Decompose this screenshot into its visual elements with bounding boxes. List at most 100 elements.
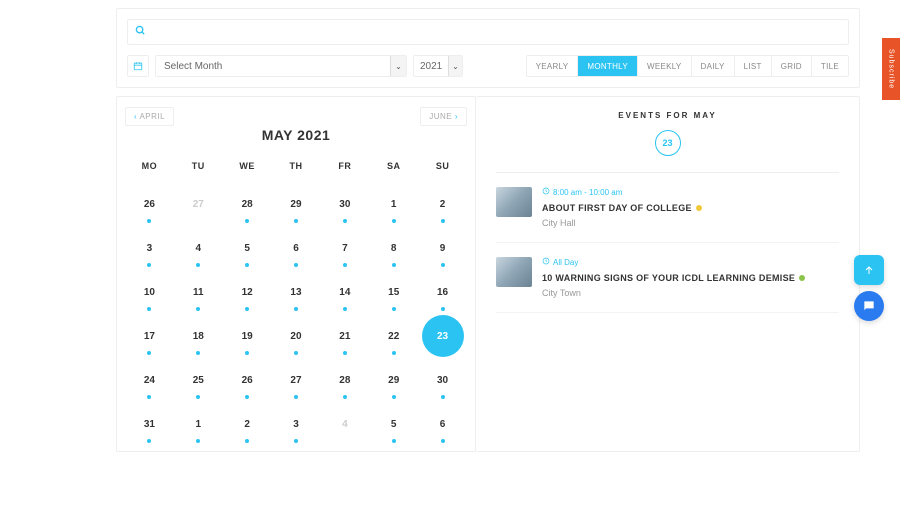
year-select[interactable]: 2021 ⌄ xyxy=(413,55,463,77)
day-number: 18 xyxy=(193,331,204,342)
day-number: 25 xyxy=(193,375,204,386)
search-input[interactable] xyxy=(152,20,848,44)
calendar-day[interactable]: 21 xyxy=(320,325,369,347)
subscribe-tab[interactable]: Subscribe xyxy=(882,38,900,100)
calendar-day[interactable]: 26 xyxy=(125,193,174,215)
event-dot xyxy=(196,351,200,355)
day-number: 20 xyxy=(290,331,301,342)
event-dot xyxy=(245,307,249,311)
event-dot xyxy=(245,219,249,223)
prev-month-label: APRIL xyxy=(139,112,165,121)
calendar-day[interactable]: 13 xyxy=(272,281,321,303)
calendar-day[interactable]: 14 xyxy=(320,281,369,303)
day-of-week: WE xyxy=(223,161,272,171)
calendar-day[interactable]: 20 xyxy=(272,325,321,347)
calendar-day[interactable]: 9 xyxy=(418,237,467,259)
calendar-day[interactable]: 30 xyxy=(320,193,369,215)
event-dot xyxy=(392,439,396,443)
day-number: 16 xyxy=(437,287,448,298)
day-number: 6 xyxy=(293,243,299,254)
tab-list[interactable]: List xyxy=(735,56,772,76)
prev-month-button[interactable]: ‹ APRIL xyxy=(125,107,174,126)
scroll-top-button[interactable] xyxy=(854,255,884,285)
tab-daily[interactable]: Daily xyxy=(692,56,735,76)
event-dot xyxy=(441,219,445,223)
event-dot xyxy=(343,351,347,355)
calendar-day[interactable]: 29 xyxy=(272,193,321,215)
calendar-day[interactable]: 10 xyxy=(125,281,174,303)
calendar-day[interactable]: 3 xyxy=(125,237,174,259)
day-number: 1 xyxy=(391,199,397,210)
day-number: 11 xyxy=(193,287,204,298)
tab-yearly[interactable]: Yearly xyxy=(527,56,579,76)
calendar-day[interactable]: 28 xyxy=(223,193,272,215)
calendar-day[interactable]: 22 xyxy=(369,325,418,347)
calendar-day[interactable]: 1 xyxy=(174,413,223,435)
day-number: 30 xyxy=(339,199,350,210)
event-location: City Town xyxy=(542,288,839,298)
calendar-day[interactable]: 27 xyxy=(272,369,321,391)
calendar-day[interactable]: 12 xyxy=(223,281,272,303)
event-body: 8:00 am - 10:00 amABOUT FIRST DAY OF COL… xyxy=(542,187,839,228)
calendar-day[interactable]: 1 xyxy=(369,193,418,215)
calendar-day[interactable]: 19 xyxy=(223,325,272,347)
event-item[interactable]: All Day10 WARNING SIGNS OF YOUR ICDL LEA… xyxy=(496,257,839,313)
calendar-day[interactable]: 16 xyxy=(418,281,467,303)
calendar-day[interactable]: 18 xyxy=(174,325,223,347)
month-select[interactable]: Select Month ⌄ xyxy=(155,55,407,77)
tab-weekly[interactable]: Weekly xyxy=(638,56,692,76)
day-number: 23 xyxy=(437,331,448,342)
calendar-day[interactable]: 24 xyxy=(125,369,174,391)
day-number: 28 xyxy=(242,199,253,210)
status-dot xyxy=(696,205,702,211)
calendar-day[interactable]: 2 xyxy=(223,413,272,435)
calendar-day[interactable]: 11 xyxy=(174,281,223,303)
calendar-day[interactable]: 29 xyxy=(369,369,418,391)
tab-monthly[interactable]: Monthly xyxy=(578,56,638,76)
day-number: 10 xyxy=(144,287,155,298)
calendar-day[interactable]: 28 xyxy=(320,369,369,391)
year-select-label: 2021 xyxy=(420,61,442,72)
event-dot xyxy=(147,395,151,399)
event-dot xyxy=(441,263,445,267)
calendar-day[interactable]: 25 xyxy=(174,369,223,391)
next-month-button[interactable]: JUNE › xyxy=(420,107,467,126)
tab-grid[interactable]: Grid xyxy=(772,56,812,76)
day-number: 7 xyxy=(342,243,348,254)
calendar-day[interactable]: 15 xyxy=(369,281,418,303)
event-item[interactable]: 8:00 am - 10:00 amABOUT FIRST DAY OF COL… xyxy=(496,187,839,243)
calendar-day[interactable]: 17 xyxy=(125,325,174,347)
calendar-day[interactable]: 6 xyxy=(418,413,467,435)
calendar-panel: ‹ APRIL JUNE › MAY 2021 MOTUWETHFRSASU26… xyxy=(116,96,476,452)
calendar-day[interactable]: 5 xyxy=(369,413,418,435)
clock-icon xyxy=(542,187,550,197)
event-dot xyxy=(196,395,200,399)
event-dot xyxy=(343,263,347,267)
day-number: 24 xyxy=(144,375,155,386)
calendar-day[interactable]: 30 xyxy=(418,369,467,391)
calendar-day[interactable]: 8 xyxy=(369,237,418,259)
calendar-day[interactable]: 26 xyxy=(223,369,272,391)
event-dot xyxy=(294,439,298,443)
clock-icon xyxy=(542,257,550,267)
day-number: 14 xyxy=(339,287,350,298)
event-dot xyxy=(245,351,249,355)
calendar-day[interactable]: 3 xyxy=(272,413,321,435)
calendar-day[interactable]: 27 xyxy=(174,193,223,215)
calendar-day[interactable]: 5 xyxy=(223,237,272,259)
chat-button[interactable] xyxy=(854,291,884,321)
calendar-day[interactable]: 7 xyxy=(320,237,369,259)
event-dot xyxy=(392,395,396,399)
day-number: 21 xyxy=(339,331,350,342)
calendar-day[interactable]: 31 xyxy=(125,413,174,435)
calendar-day[interactable]: 23 xyxy=(422,315,464,357)
calendar-day[interactable]: 2 xyxy=(418,193,467,215)
event-dot xyxy=(441,439,445,443)
day-number: 8 xyxy=(391,243,397,254)
event-title: 10 WARNING SIGNS OF YOUR ICDL LEARNING D… xyxy=(542,273,795,283)
event-dot xyxy=(294,219,298,223)
calendar-day[interactable]: 4 xyxy=(320,413,369,435)
calendar-day[interactable]: 6 xyxy=(272,237,321,259)
tab-tile[interactable]: Tile xyxy=(812,56,848,76)
calendar-day[interactable]: 4 xyxy=(174,237,223,259)
